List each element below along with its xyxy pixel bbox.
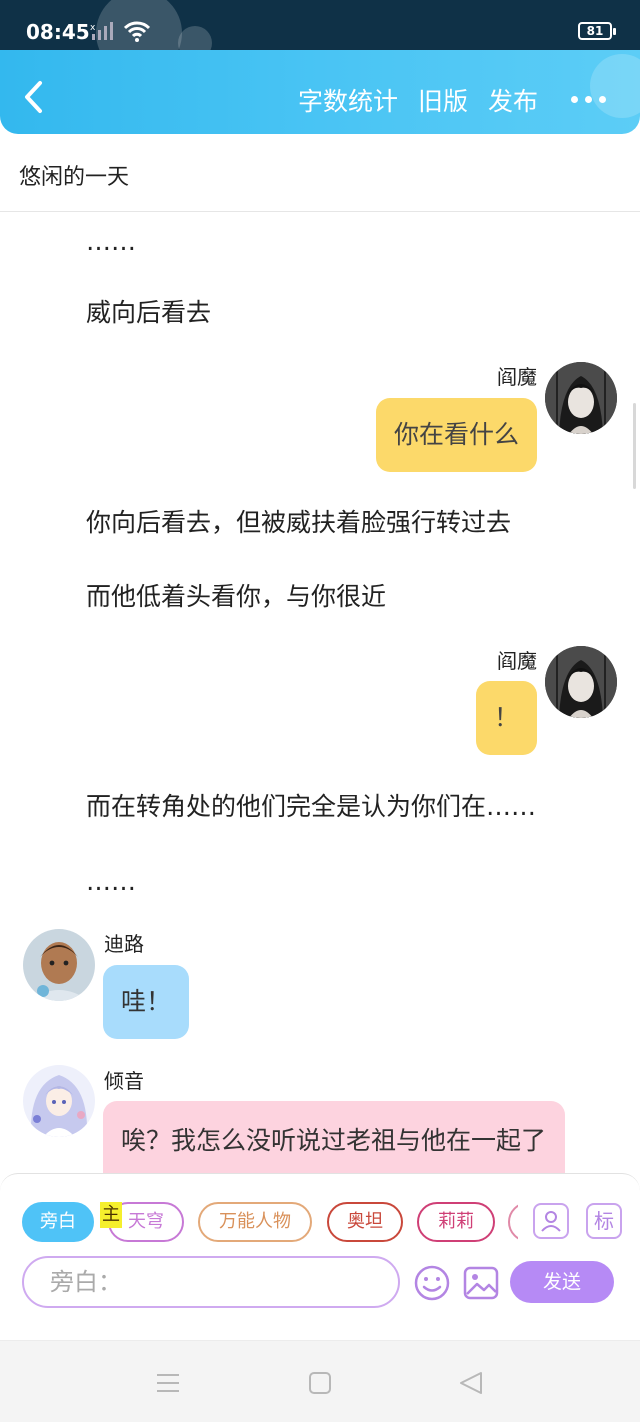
chip-narrator[interactable]: 旁白 <box>22 1202 94 1242</box>
app-header: 字数统计 旧版 发布 <box>0 50 640 134</box>
message-input[interactable]: 旁白： <box>22 1256 400 1308</box>
message-bubble[interactable]: 唉？我怎么没听说过老祖与他在一起了 <box>103 1101 565 1173</box>
main-character-badge: 主 <box>100 1202 122 1228</box>
decor-bubble <box>590 54 640 118</box>
avatar-dilu[interactable] <box>23 929 95 1001</box>
menu-icon[interactable] <box>156 1371 180 1395</box>
speaker-name: 阎魔 <box>497 649 537 673</box>
send-button[interactable]: 发送 <box>510 1261 614 1303</box>
narration-line: …… <box>86 227 136 256</box>
avatar-qingyin[interactable] <box>23 1065 95 1137</box>
clock: 08:45 <box>26 20 90 44</box>
mark-button[interactable]: 标 <box>586 1203 622 1239</box>
narration-line: …… <box>86 867 136 896</box>
character-chips: 旁白 天穹 万能人物 奥坦 莉莉 <box>22 1202 518 1242</box>
svg-text:x: x <box>90 23 96 33</box>
publish-button[interactable]: 发布 <box>488 82 538 118</box>
word-count-button[interactable]: 字数统计 <box>298 82 398 118</box>
message-bubble[interactable]: 你在看什么 <box>375 398 537 472</box>
wifi-icon <box>124 21 150 42</box>
message-bubble[interactable]: ！ <box>475 681 537 755</box>
speaker-name: 倾音 <box>104 1069 144 1093</box>
more-options-icon[interactable] <box>571 96 606 103</box>
narration-line: 而他低着头看你，与你很近 <box>86 582 387 611</box>
signal-icon: x <box>90 22 113 40</box>
avatar-yanmo[interactable] <box>545 646 617 718</box>
story-feed[interactable]: …… 威向后看去 阎魔 你在看什么 你向后看去，但被威扶着脸强行转过去 而他低着… <box>0 213 640 1173</box>
chip-aotan[interactable]: 奥坦 <box>327 1202 403 1242</box>
story-title-row[interactable]: 悠闲的一天 <box>0 134 640 212</box>
battery-icon: 81 <box>578 22 616 40</box>
narration-line: 而在转角处的他们完全是认为你们在…… <box>86 792 537 821</box>
back-arrow-icon[interactable] <box>22 80 46 114</box>
back-triangle-icon[interactable] <box>458 1371 484 1395</box>
scrollbar[interactable] <box>633 403 636 489</box>
message-bubble[interactable]: 哇！ <box>103 965 190 1039</box>
narration-line: 你向后看去，但被威扶着脸强行转过去 <box>86 508 512 537</box>
image-icon[interactable] <box>462 1264 500 1302</box>
chip-partial[interactable] <box>508 1202 518 1242</box>
home-icon[interactable] <box>308 1371 332 1395</box>
avatar-yanmo[interactable] <box>545 362 617 434</box>
speaker-name: 阎魔 <box>497 365 537 389</box>
old-version-button[interactable]: 旧版 <box>418 82 468 118</box>
system-nav-bar <box>0 1340 640 1422</box>
chip-lili[interactable]: 莉莉 <box>417 1202 495 1242</box>
status-bar: 08:45 x 81 <box>0 0 640 76</box>
chip-universal-character[interactable]: 万能人物 <box>198 1202 312 1242</box>
emoji-icon[interactable] <box>413 1264 451 1302</box>
speaker-name: 迪路 <box>104 932 144 956</box>
story-title: 悠闲的一天 <box>19 165 130 190</box>
add-character-icon[interactable] <box>533 1203 569 1239</box>
narration-line: 威向后看去 <box>86 298 212 327</box>
